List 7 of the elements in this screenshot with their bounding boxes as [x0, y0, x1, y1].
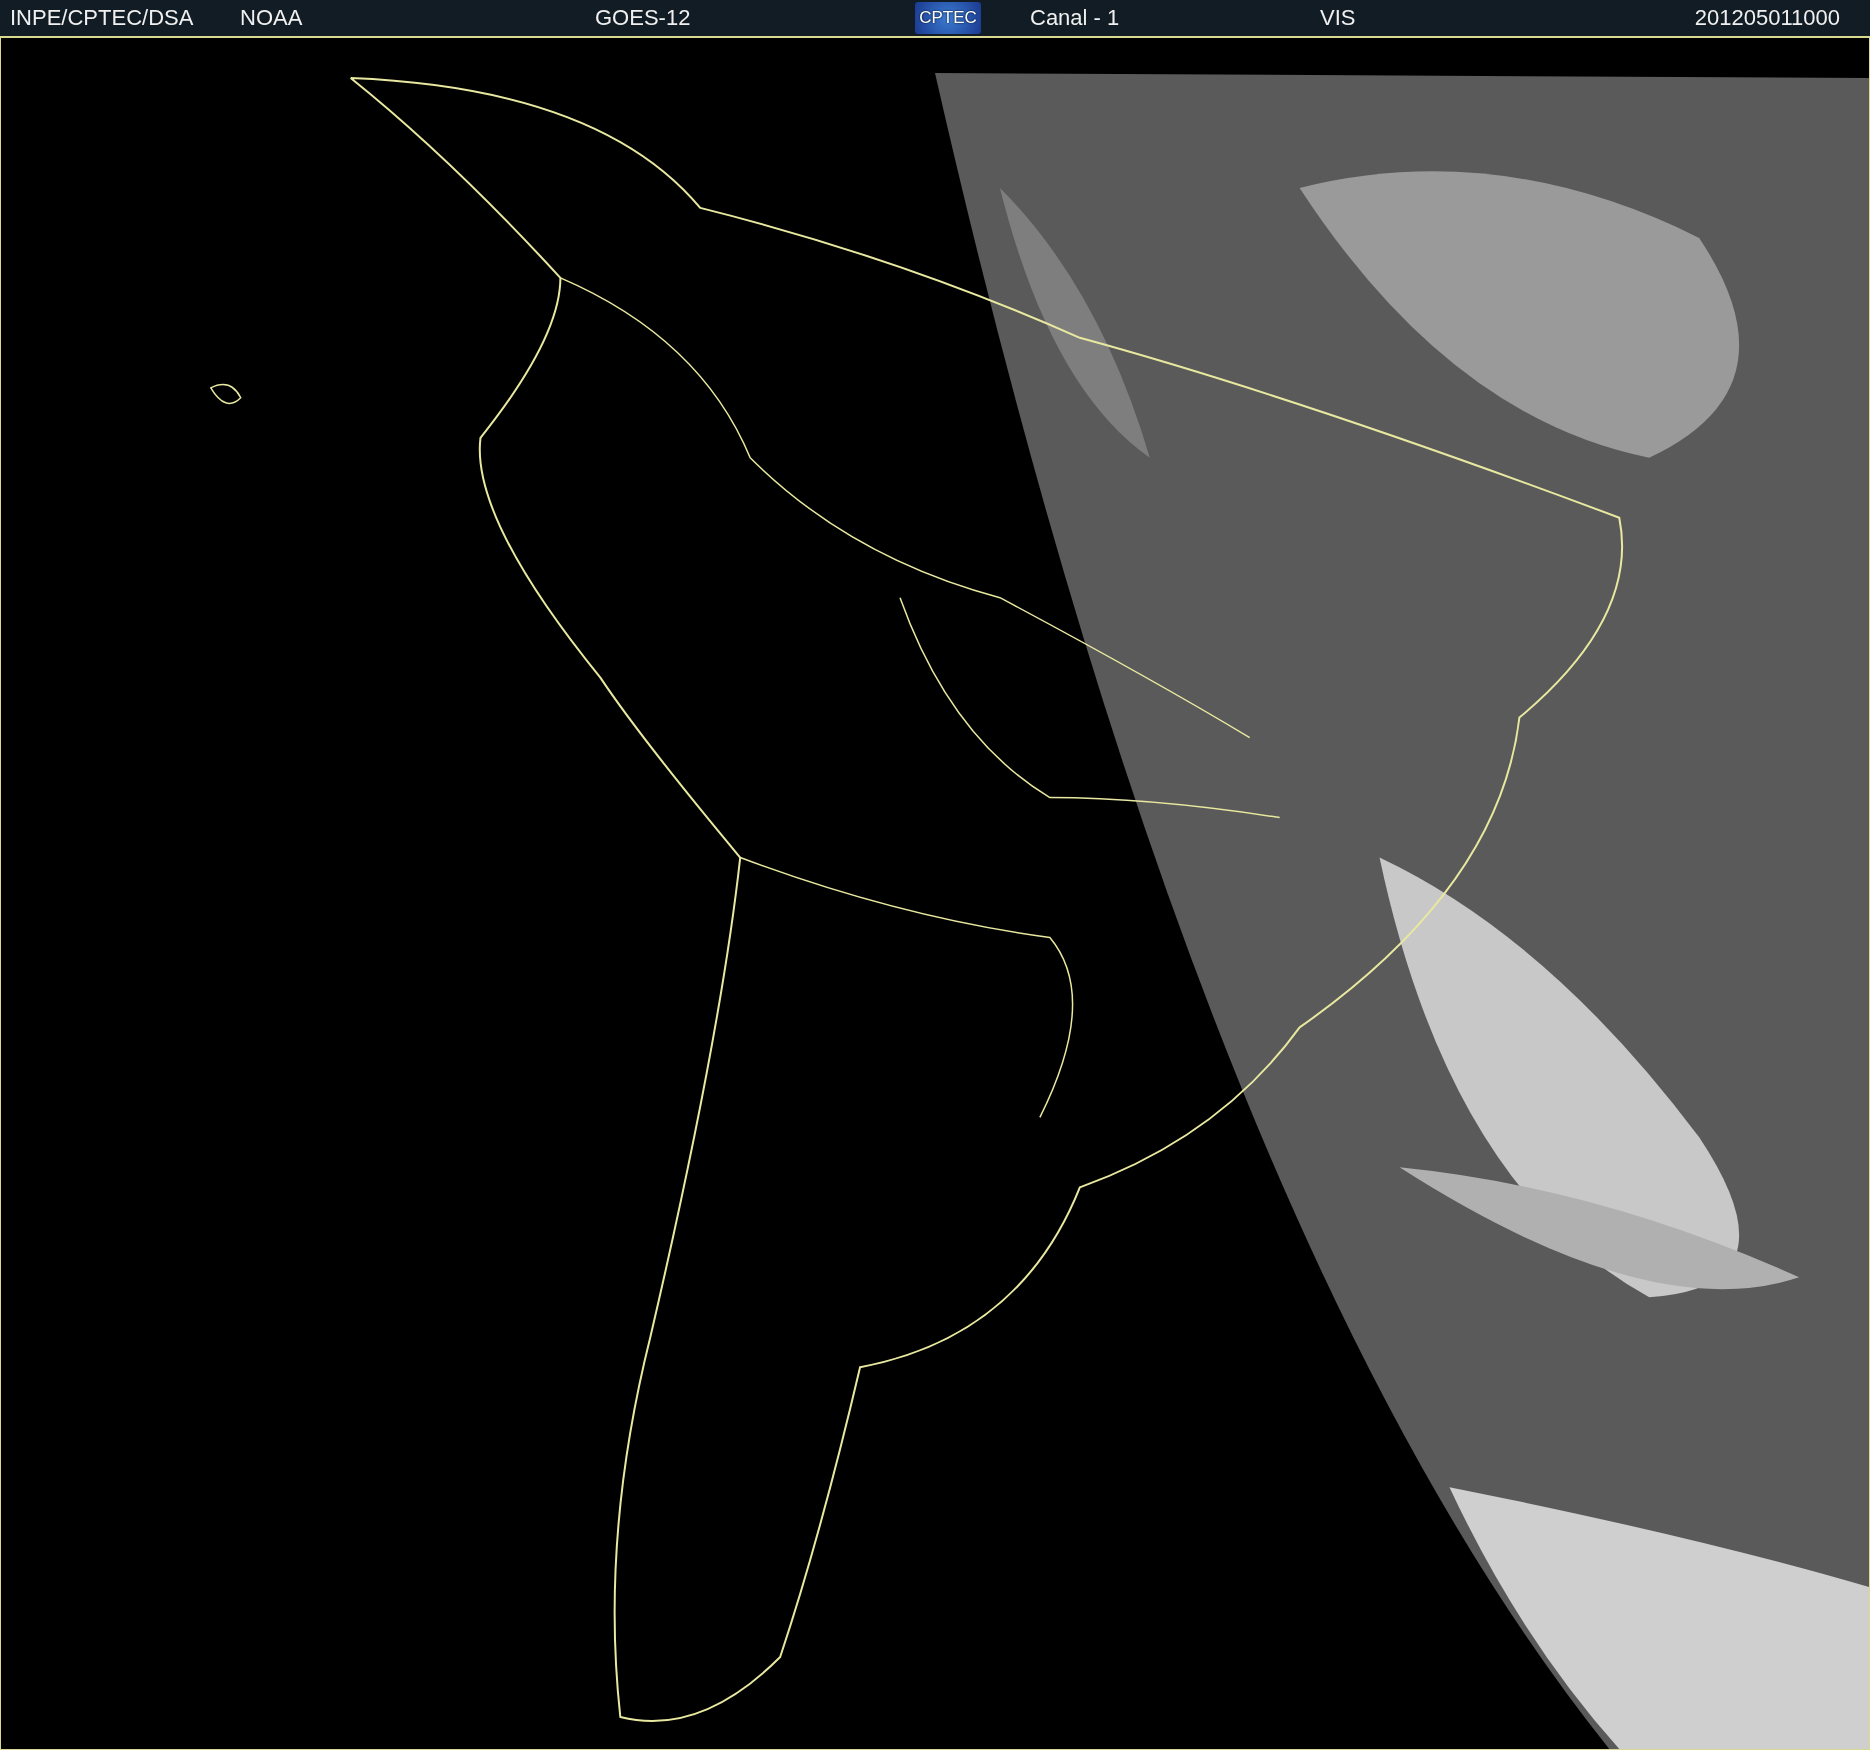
satellite-label: GOES-12 [595, 5, 691, 31]
source-label: INPE/CPTEC/DSA [10, 5, 194, 31]
logo: CPTEC [915, 2, 981, 34]
timestamp-label: 201205011000 [1694, 5, 1840, 31]
band-label: VIS [1320, 5, 1356, 31]
channel-label: Canal - 1 [1030, 5, 1120, 31]
agency-label: NOAA [240, 5, 303, 31]
